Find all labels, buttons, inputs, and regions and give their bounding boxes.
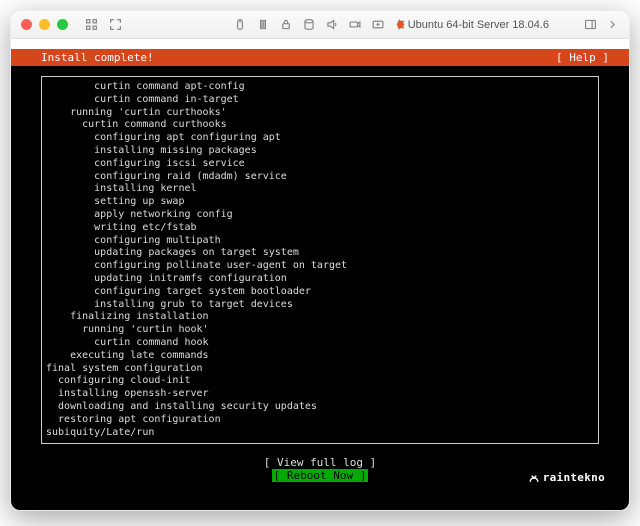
log-line: installing kernel	[46, 183, 590, 196]
help-button[interactable]: [ Help ]	[556, 51, 609, 64]
expand-icon[interactable]	[108, 18, 122, 32]
log-line: finalizing installation	[46, 311, 590, 324]
chevron-right-icon[interactable]	[605, 18, 619, 32]
log-line: subiquity/Late/run	[46, 427, 590, 440]
window-title: Ubuntu 64-bit Server 18.04.6	[397, 19, 549, 31]
ubuntu-icon	[397, 21, 404, 28]
traffic-lights	[21, 19, 68, 30]
log-line: running 'curtin hook'	[46, 324, 590, 337]
terminal-content: Install complete! [ Help ] curtin comman…	[11, 49, 629, 510]
camera-icon[interactable]	[348, 18, 362, 32]
reboot-now-button[interactable]: [ Reboot Now ]	[272, 469, 369, 482]
log-line: writing etc/fstab	[46, 222, 590, 235]
watermark-text: raintekno	[543, 471, 605, 484]
log-line: installing openssh-server	[46, 388, 590, 401]
log-line: updating initramfs configuration	[46, 273, 590, 286]
log-line: setting up swap	[46, 196, 590, 209]
installer-header: Install complete! [ Help ]	[11, 49, 629, 66]
toolbar-center-icons	[233, 18, 408, 32]
log-line: curtin command hook	[46, 337, 590, 350]
drive-icon[interactable]	[302, 18, 316, 32]
status-title: Install complete!	[41, 51, 154, 64]
log-line: configuring iscsi service	[46, 158, 590, 171]
volume-icon[interactable]	[325, 18, 339, 32]
logo-icon	[528, 472, 540, 484]
log-line: configuring raid (mdadm) service	[46, 171, 590, 184]
toolbar-right-icons	[583, 18, 619, 32]
log-line: curtin command in-target	[46, 94, 590, 107]
log-line: apply networking config	[46, 209, 590, 222]
log-line: updating packages on target system	[46, 247, 590, 260]
log-line: restoring apt configuration	[46, 414, 590, 427]
toolbar-left-icons	[84, 18, 122, 32]
pause-icon[interactable]	[256, 18, 270, 32]
log-line: configuring target system bootloader	[46, 286, 590, 299]
log-line: final system configuration	[46, 363, 590, 376]
log-line: configuring cloud-init	[46, 375, 590, 388]
mouse-icon[interactable]	[233, 18, 247, 32]
zoom-icon[interactable]	[57, 19, 68, 30]
log-output: curtin command apt-config curtin command…	[41, 76, 599, 444]
log-line: configuring pollinate user-agent on targ…	[46, 260, 590, 273]
log-line: curtin command apt-config	[46, 81, 590, 94]
share-icon[interactable]	[371, 18, 385, 32]
grid-icon[interactable]	[84, 18, 98, 32]
layout-icon[interactable]	[583, 18, 597, 32]
log-line: installing grub to target devices	[46, 299, 590, 312]
log-line: curtin command curthooks	[46, 119, 590, 132]
app-window: Ubuntu 64-bit Server 18.04.6 Install com…	[10, 10, 630, 511]
view-full-log-button[interactable]: [ View full log ]	[11, 456, 629, 469]
log-line: configuring apt configuring apt	[46, 132, 590, 145]
lock-icon[interactable]	[279, 18, 293, 32]
log-line: executing late commands	[46, 350, 590, 363]
log-line: running 'curtin curthooks'	[46, 107, 590, 120]
log-line: downloading and installing security upda…	[46, 401, 590, 414]
footer-actions: [ View full log ] [ Reboot Now ] raintek…	[11, 450, 629, 510]
watermark: raintekno	[528, 471, 605, 484]
window-title-text: Ubuntu 64-bit Server 18.04.6	[408, 19, 549, 31]
minimize-icon[interactable]	[39, 19, 50, 30]
titlebar: Ubuntu 64-bit Server 18.04.6	[11, 11, 629, 39]
log-line: configuring multipath	[46, 235, 590, 248]
close-icon[interactable]	[21, 19, 32, 30]
log-line: installing missing packages	[46, 145, 590, 158]
